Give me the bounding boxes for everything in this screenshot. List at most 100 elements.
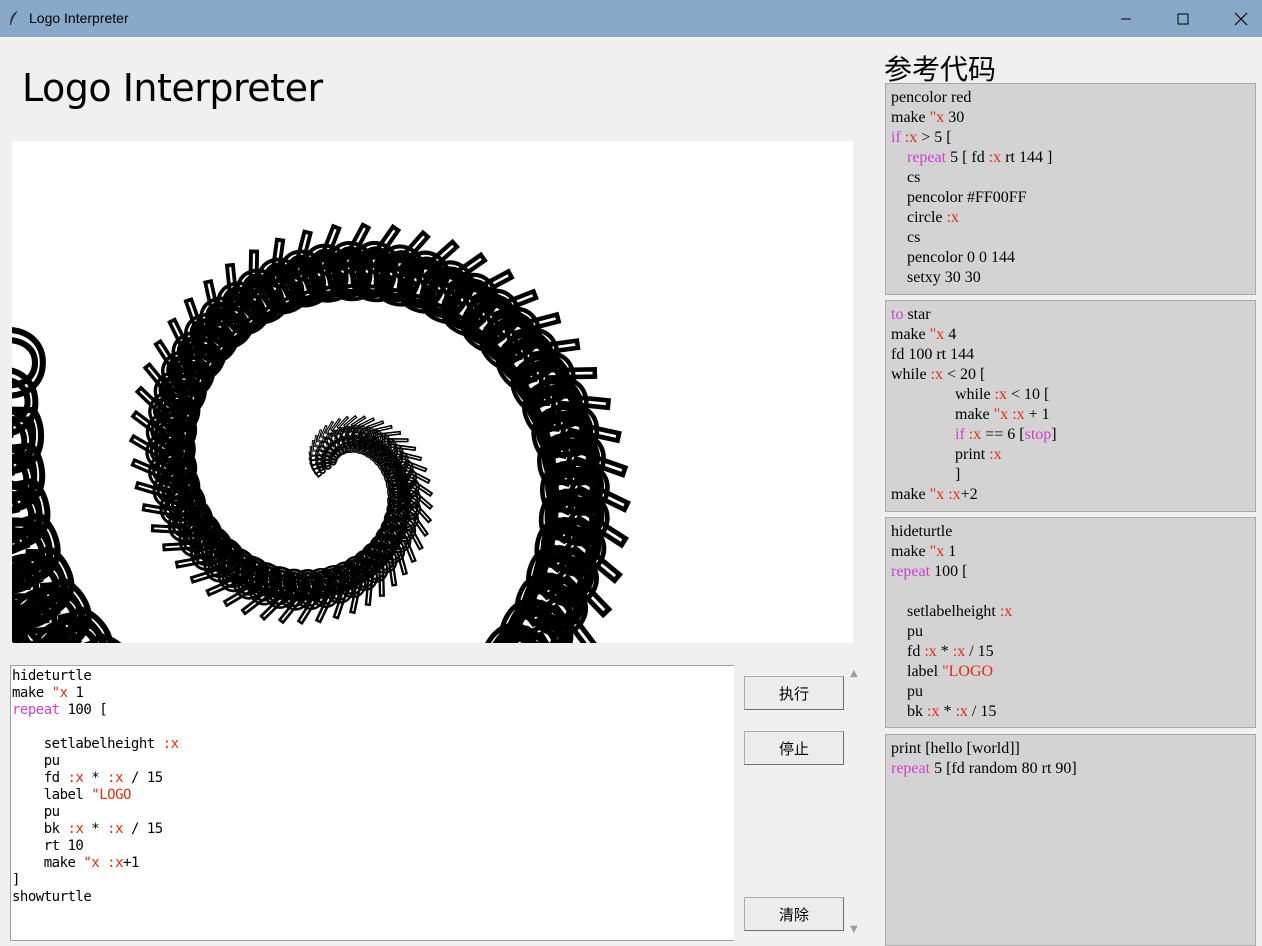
stop-button[interactable]: 停止: [744, 731, 844, 765]
code-token: make: [891, 406, 994, 423]
maximize-icon: [1177, 13, 1189, 24]
variable-token: "LOGO: [91, 787, 131, 803]
variable-token: :x: [1012, 406, 1025, 423]
scroll-up-arrow-icon[interactable]: ▲: [850, 668, 858, 679]
variable-token: :x: [952, 643, 966, 660]
editor-line: pu: [12, 804, 734, 821]
variable-token: "LOGO: [942, 663, 994, 680]
reference-code-line: make "x 4: [891, 325, 1255, 345]
close-button[interactable]: [1212, 0, 1262, 37]
reference-code-line: cs: [891, 228, 1255, 248]
variable-token: :x: [904, 129, 918, 146]
reference-code-line: setxy 30 30: [891, 268, 1255, 288]
reference-code-line: fd 100 rt 144: [891, 345, 1255, 365]
code-token: pu: [891, 623, 923, 640]
minimize-icon: [1121, 18, 1131, 19]
code-token: *: [936, 643, 953, 660]
turtle-drawing: LOGOLOGOLOGOLOGOLOGOLOGOLOGOLOGOLOGOLOGO…: [12, 209, 647, 643]
variable-token: :x: [67, 821, 84, 837]
reference-code-line: ]: [891, 465, 1255, 485]
reference-code-line: [891, 582, 1255, 602]
scroll-down-arrow-icon[interactable]: ▼: [850, 924, 858, 935]
editor-line: label "LOGO: [12, 787, 734, 804]
feather-icon: [10, 11, 18, 25]
code-token: ]: [891, 466, 961, 483]
keyword-token: if: [891, 129, 901, 146]
reference-code-line: while :x < 20 [: [891, 365, 1255, 385]
reference-sample-card[interactable]: print [hello [world]] repeat 5 [fd random…: [885, 734, 1256, 946]
reference-sample-card[interactable]: to star make "x 4 fd 100 rt 144 while :x < …: [885, 300, 1256, 512]
editor-scrollbar[interactable]: ▲ ▼: [845, 665, 865, 942]
code-token: 4: [944, 326, 957, 343]
code-token: cs: [891, 169, 921, 186]
minimize-button[interactable]: [1097, 0, 1155, 37]
variable-token: :x: [67, 770, 84, 786]
reference-sample-card[interactable]: hideturtle make "x 1 repeat 100 [ setlabel…: [885, 517, 1256, 728]
code-token: 100 [: [59, 702, 108, 718]
run-button[interactable]: 执行: [744, 676, 844, 710]
variable-token: :x: [930, 366, 943, 383]
code-token: pencolor #FF00FF: [891, 189, 1027, 206]
editor-line: fd :x * :x / 15: [12, 770, 734, 787]
code-token: hideturtle: [12, 668, 92, 684]
code-token: bk: [891, 703, 927, 720]
code-token: hideturtle: [891, 523, 953, 540]
editor-line: make "x :x+1: [12, 855, 734, 872]
code-token: rt 144 ]: [1001, 149, 1053, 166]
code-token: / 15: [965, 643, 994, 660]
reference-code-line: make "x 1: [891, 542, 1255, 562]
app-heading: Logo Interpreter: [22, 66, 323, 110]
maximize-button[interactable]: [1154, 0, 1212, 37]
code-token: make: [891, 543, 930, 560]
reference-code-line: make "x 30: [891, 108, 1255, 128]
clear-button[interactable]: 清除: [744, 897, 844, 931]
keyword-token: repeat: [891, 760, 931, 777]
variable-token: "x: [993, 406, 1009, 423]
turtle-canvas[interactable]: LOGO LOGO LOGO LOGO LOGO LOGO LOGO LOGO LOGO LOGO…: [12, 141, 853, 643]
code-token: circle: [891, 209, 947, 226]
reference-heading: 参考代码: [884, 53, 997, 86]
code-token: / 15: [123, 821, 163, 837]
code-token: 5 [ fd: [946, 149, 989, 166]
reference-code-line: if :x == 6 [stop]: [891, 425, 1255, 445]
close-icon: [1234, 12, 1248, 25]
variable-token: :x: [988, 149, 1002, 166]
reference-code-line: pu: [891, 622, 1255, 642]
variable-token: "x: [929, 326, 945, 343]
editor-line: hideturtle: [12, 668, 734, 685]
code-editor-text[interactable]: hideturtle make "x 1 repeat 100 [ setlabel…: [11, 666, 734, 906]
editor-line: rt 10: [12, 838, 734, 855]
code-token: while: [891, 386, 995, 403]
variable-token: :x: [994, 386, 1007, 403]
reference-code-line: setlabelheight :x: [891, 602, 1255, 622]
code-token: setlabelheight: [12, 736, 163, 752]
reference-code-line: make "x :x + 1: [891, 405, 1255, 425]
reference-code-line: pu: [891, 682, 1255, 702]
code-token: pu: [12, 753, 60, 769]
reference-code-line: pencolor #FF00FF: [891, 188, 1255, 208]
variable-token: "x: [929, 543, 945, 560]
reference-code-line: make "x :x+2: [891, 485, 1255, 505]
reference-code-line: repeat 5 [fd random 80 rt 90]: [891, 759, 1255, 779]
reference-code-line: print [hello [world]]: [891, 739, 1255, 759]
code-token: pencolor red: [891, 89, 972, 106]
reference-sample-card[interactable]: pencolor red make "x 30 if :x > 5 [ repeat…: [885, 83, 1256, 295]
code-token: print: [891, 446, 990, 463]
code-token: 100 [: [930, 563, 968, 580]
variable-token: :x: [989, 446, 1002, 463]
code-token: < 20 [: [943, 366, 986, 383]
keyword-token: repeat: [891, 563, 931, 580]
reference-code-line: circle :x: [891, 208, 1255, 228]
editor-line: showturtle: [12, 889, 734, 906]
code-token: rt 10: [12, 838, 84, 854]
variable-token: "x: [51, 685, 68, 701]
code-editor[interactable]: hideturtle make "x 1 repeat 100 [ setlabel…: [10, 665, 734, 941]
reference-code-line: label "LOGO: [891, 662, 1255, 682]
code-token: *: [83, 821, 108, 837]
code-token: pu: [891, 683, 923, 700]
variable-token: :x: [955, 703, 968, 720]
code-token: fd: [891, 643, 925, 660]
variable-token: "x: [929, 109, 945, 126]
